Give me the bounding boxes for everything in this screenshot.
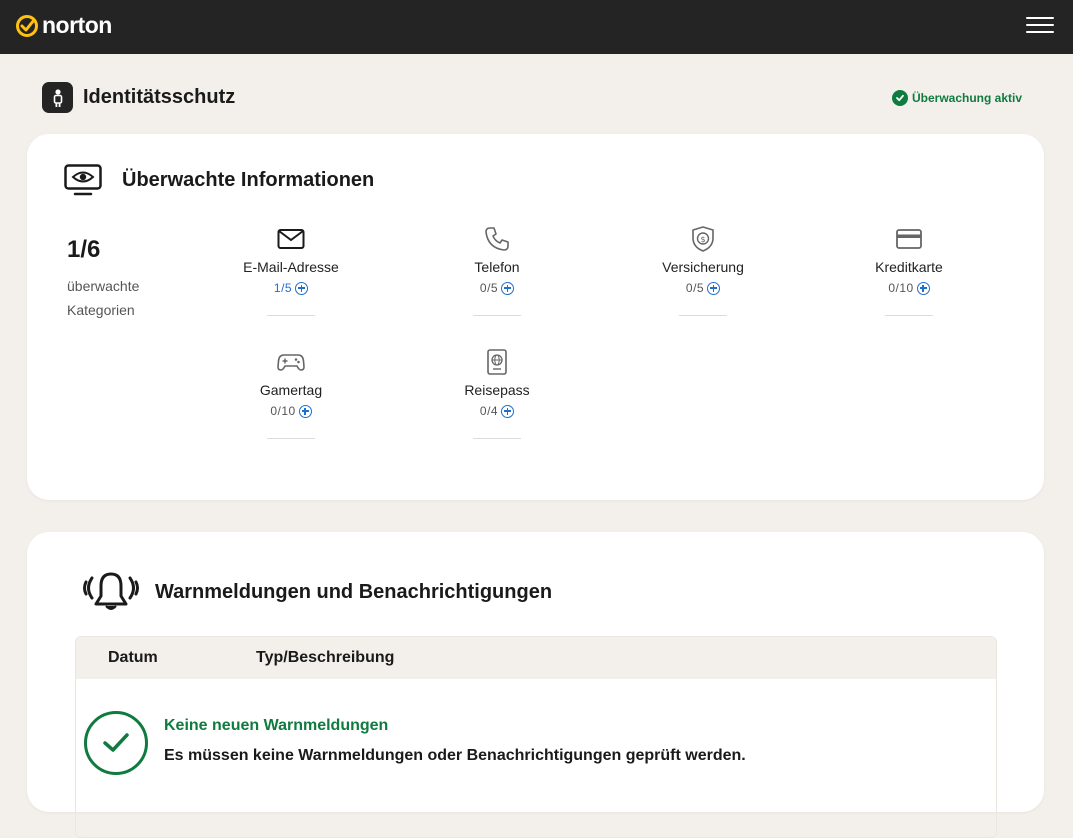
category-label: Gamertag [259, 382, 323, 398]
table-header: Datum Typ/Beschreibung [76, 637, 996, 679]
check-circle-icon [892, 90, 908, 106]
column-header-date: Datum [108, 649, 158, 666]
hamburger-menu-button[interactable] [1026, 14, 1054, 38]
phone-icon [485, 227, 509, 251]
bell-ringing-icon [83, 572, 139, 610]
identity-icon [42, 82, 73, 113]
check-circle-icon [84, 711, 148, 775]
category-label: Telefon [474, 259, 520, 275]
logo-text: norton [42, 12, 112, 38]
empty-state-description: Es müssen keine Warnmeldungen oder Benac… [164, 747, 746, 764]
add-icon[interactable] [916, 281, 930, 295]
hamburger-icon [1026, 17, 1054, 19]
svg-text:$: $ [700, 235, 705, 244]
gamepad-icon [277, 354, 305, 371]
add-icon[interactable] [501, 404, 515, 418]
alerts-header: Warnmeldungen und Benachrichtigungen [79, 570, 552, 614]
category-gamertag[interactable]: Gamertag 0/10 [206, 348, 376, 439]
norton-check-icon [16, 14, 38, 37]
category-credit-card[interactable]: Kreditkarte 0/10 [824, 225, 994, 316]
alerts-title: Warnmeldungen und Benachrichtigungen [155, 580, 553, 603]
category-phone[interactable]: Telefon 0/5 [412, 225, 582, 316]
monitored-info-header: Überwachte Informationen [64, 164, 374, 196]
add-icon[interactable] [298, 404, 312, 418]
category-label: E-Mail-Adresse [243, 259, 339, 275]
add-icon[interactable] [501, 281, 515, 295]
monitored-count-label: überwachte Kategorien [67, 278, 140, 318]
alerts-table: Datum Typ/Beschreibung Keine neuen Warnm… [75, 636, 997, 838]
monitored-count: 1/6 [67, 236, 101, 263]
alerts-card: Warnmeldungen und Benachrichtigungen Dat… [27, 532, 1044, 838]
column-header-type: Typ/Beschreibung [256, 649, 395, 666]
category-label: Versicherung [662, 259, 744, 275]
category-label: Kreditkarte [875, 259, 943, 275]
category-count: 1/5 [206, 281, 376, 295]
divider [885, 315, 933, 316]
page-header: Identitätsschutz [42, 82, 235, 113]
monitored-info-card: Überwachte Informationen 1/6 überwachte … [27, 134, 1044, 500]
category-label: Reisepass [464, 382, 530, 398]
divider [267, 315, 315, 316]
category-email[interactable]: E-Mail-Adresse 1/5 [206, 225, 376, 316]
category-passport[interactable]: Reisepass 0/4 [412, 348, 582, 439]
top-bar: norton [0, 0, 1073, 54]
category-count: 0/5 [412, 281, 582, 295]
category-count: 0/5 [618, 281, 788, 295]
page-title: Identitätsschutz [83, 86, 236, 108]
divider [473, 315, 521, 316]
divider [267, 438, 315, 439]
empty-state: Keine neuen Warnmeldungen Es müssen kein… [84, 711, 746, 775]
category-count: 0/10 [206, 404, 376, 418]
monitor-eye-icon [64, 164, 102, 196]
category-count: 0/4 [412, 404, 582, 418]
status-text: Überwachung aktiv [912, 91, 1023, 105]
norton-logo[interactable]: norton [15, 12, 112, 39]
shield-dollar-icon: $ [692, 226, 714, 252]
category-insurance[interactable]: $ Versicherung 0/5 [618, 225, 788, 316]
envelope-icon [277, 229, 305, 249]
credit-card-icon [896, 229, 922, 249]
add-icon[interactable] [295, 281, 309, 295]
add-icon[interactable] [707, 281, 721, 295]
status-badge: Überwachung aktiv [892, 90, 1022, 106]
passport-icon [487, 349, 507, 375]
divider [679, 315, 727, 316]
divider [473, 438, 521, 439]
empty-state-title: Keine neuen Warnmeldungen [164, 717, 389, 734]
monitored-info-title: Überwachte Informationen [122, 168, 375, 191]
category-count: 0/10 [824, 281, 994, 295]
